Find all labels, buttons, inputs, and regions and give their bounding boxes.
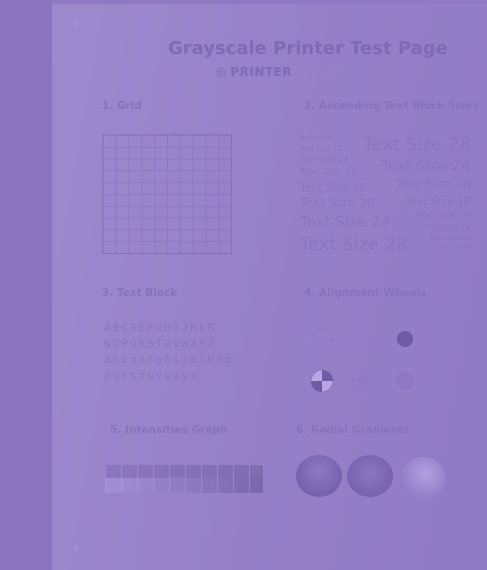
text-size-left-2: Text Size 12 bbox=[300, 145, 342, 153]
text-size-right-5: Text Size 16 bbox=[414, 210, 471, 221]
text-size-left-3: Text Size 14 bbox=[300, 155, 348, 164]
logo-brand: PRINTER bbox=[230, 65, 292, 79]
radial-gradient-3 bbox=[400, 457, 446, 499]
intensities-graph bbox=[104, 464, 264, 494]
radial-gradients-heading: 6. Radial Gradients bbox=[296, 424, 410, 436]
crosshair-wheel-icon bbox=[309, 326, 335, 352]
test-page-sheet: ✢ ✢ Grayscale Printer Test Page ◎ PRINTE… bbox=[52, 4, 487, 570]
text-size-right-4: Text Size 18 bbox=[405, 195, 471, 208]
text-size-right-3: Text Size 20 bbox=[396, 176, 471, 191]
intensities-heading: 5. Intensities Graph bbox=[110, 424, 228, 436]
text-size-right-6: Text Size 14 bbox=[423, 223, 471, 232]
text-block-line-3: abcdefghijklmno bbox=[104, 353, 234, 366]
text-size-right-7: Text Size 12 bbox=[429, 234, 471, 242]
text-size-right-8: Text Size 8 bbox=[438, 244, 471, 251]
text-size-left-4: Text Size 16 bbox=[300, 167, 357, 178]
text-block-heading: 3. Text Block bbox=[102, 287, 178, 299]
text-size-right-1: Text Size 28 bbox=[363, 134, 471, 155]
test-grid bbox=[102, 134, 232, 254]
radial-gradient-2 bbox=[347, 455, 393, 497]
text-size-left-1: Text Size 8 bbox=[300, 135, 333, 142]
left-margin bbox=[0, 0, 52, 570]
text-block-line-4: pqrstuvwxyz bbox=[104, 369, 199, 382]
ring-crosshair-wheel-icon bbox=[350, 368, 376, 394]
text-size-left-7: Text Size 24 bbox=[300, 213, 390, 231]
text-size-right-2: Text Size 24 bbox=[381, 157, 471, 175]
printer-testing-logo: ◎ PRINTER TESTING bbox=[216, 65, 346, 79]
logo-icon: ◎ bbox=[216, 65, 227, 79]
corner-mark-top-icon: ✢ bbox=[72, 20, 80, 30]
grid-heading: 1. Grid bbox=[102, 100, 142, 112]
shaded-wheel-icon bbox=[393, 369, 417, 393]
radial-gradient-1 bbox=[296, 455, 342, 497]
logo-sub: TESTING bbox=[295, 68, 346, 79]
corner-mark-bottom-icon: ✢ bbox=[72, 544, 80, 554]
text-size-left-5: Text Size 18 bbox=[300, 181, 366, 194]
page-title: Grayscale Printer Test Page bbox=[168, 38, 448, 59]
text-size-left-8: Text Size 28 bbox=[300, 234, 408, 255]
dashed-wheel-icon bbox=[350, 326, 376, 352]
text-sizes-heading: 2. Ascending Text Block Sizes bbox=[304, 100, 479, 112]
text-block: ABCDEFGHIJKLM NOPQRSTUVWXYZ abcdefghijkl… bbox=[104, 320, 233, 384]
intensity-ticks bbox=[105, 465, 263, 493]
text-size-left-6: Text Size 20 bbox=[300, 195, 375, 210]
text-block-line-2: NOPQRSTUVWXYZ bbox=[104, 337, 217, 350]
solid-dot-wheel-icon bbox=[397, 331, 413, 347]
alignment-wheels-heading: 4. Alignment Wheels bbox=[304, 287, 427, 299]
text-block-line-1: ABCDEFGHIJKLM bbox=[104, 321, 217, 334]
quadrant-wheel-icon bbox=[310, 369, 334, 393]
